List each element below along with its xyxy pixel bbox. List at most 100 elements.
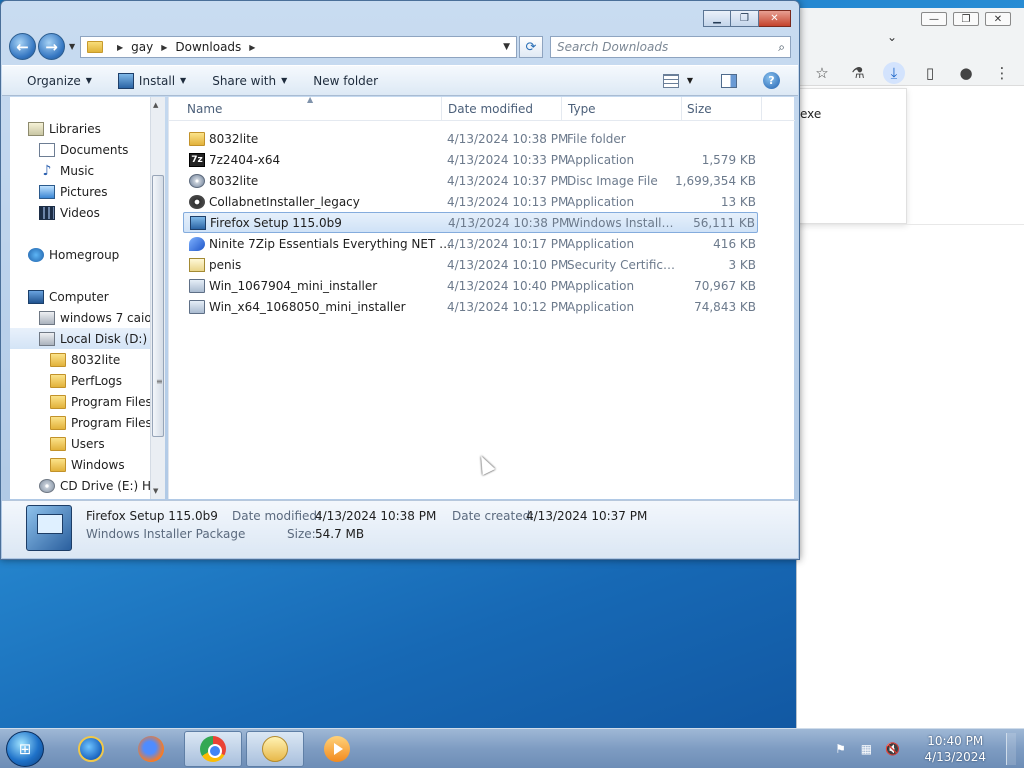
- sidebar-item-local-disk-d[interactable]: Local Disk (D:): [10, 328, 152, 349]
- profile-avatar-icon[interactable]: ●: [955, 62, 977, 84]
- menu-kebab-icon[interactable]: ⋮: [991, 62, 1013, 84]
- sidebar-item-program-files-x86[interactable]: Program Files (: [50, 412, 160, 433]
- taskbar-media-player[interactable]: [308, 731, 366, 767]
- scroll-up-icon[interactable]: ▲: [153, 101, 158, 109]
- address-dropdown-icon[interactable]: ▼: [503, 42, 510, 52]
- table-row[interactable]: 7z 7z2404-x64 4/13/2024 10:33 PM Applica…: [183, 149, 758, 170]
- table-row[interactable]: 8032lite 4/13/2024 10:37 PM Disc Image F…: [183, 170, 758, 191]
- refresh-button[interactable]: ⟳: [519, 36, 543, 58]
- network-icon[interactable]: ▦: [858, 742, 874, 756]
- sidebar-item-label: Local Disk (D:): [60, 331, 148, 346]
- clock[interactable]: 10:40 PM 4/13/2024: [924, 733, 986, 765]
- back-button[interactable]: ←: [9, 33, 36, 60]
- application-icon: [189, 299, 205, 314]
- taskbar-chrome[interactable]: [184, 731, 242, 767]
- install-button[interactable]: Install ▼: [117, 72, 186, 89]
- table-row[interactable]: Win_1067904_mini_installer 4/13/2024 10:…: [183, 275, 758, 296]
- show-desktop-button[interactable]: [1006, 733, 1016, 765]
- browser-close-button[interactable]: ✕: [985, 12, 1011, 26]
- navigation-scrollbar[interactable]: ▲ ≡ ▼: [150, 97, 165, 499]
- sidebar-item-perflogs[interactable]: PerfLogs: [50, 370, 122, 391]
- download-icon[interactable]: ⤓: [883, 62, 905, 84]
- internet-explorer-icon: [78, 736, 104, 762]
- sidebar-item-documents[interactable]: Documents: [39, 139, 128, 160]
- new-folder-button[interactable]: New folder: [313, 74, 378, 88]
- column-type[interactable]: Type: [568, 102, 596, 116]
- file-size: 13 KB: [720, 194, 756, 209]
- side-panel-icon[interactable]: ▯: [919, 62, 941, 84]
- address-bar[interactable]: ▶ gay ▶ Downloads ▶ ▼: [80, 36, 517, 58]
- column-divider[interactable]: [681, 97, 682, 121]
- share-with-button[interactable]: Share with ▼: [212, 74, 287, 88]
- recent-pages-dropdown-icon[interactable]: ▼: [69, 42, 75, 51]
- labs-flask-icon[interactable]: ⚗: [847, 62, 869, 84]
- sidebar-item-windows-7-drive[interactable]: windows 7 caioz: [39, 307, 158, 328]
- browser-maximize-button[interactable]: ❐: [953, 12, 979, 26]
- breadcrumb-item[interactable]: Downloads: [175, 40, 241, 54]
- help-icon[interactable]: ?: [763, 72, 780, 89]
- breadcrumb-chevron-icon[interactable]: ▶: [161, 43, 167, 52]
- folder-icon: [50, 415, 66, 430]
- breadcrumb-item[interactable]: gay: [131, 40, 153, 54]
- taskbar-firefox[interactable]: [122, 731, 180, 767]
- sidebar-item-homegroup[interactable]: Homegroup: [28, 244, 119, 265]
- taskbar-explorer[interactable]: [246, 731, 304, 767]
- table-row[interactable]: Ninite 7Zip Essentials Everything NET 48…: [183, 233, 758, 254]
- application-icon: [189, 278, 205, 293]
- table-row[interactable]: CollabnetInstaller_legacy 4/13/2024 10:1…: [183, 191, 758, 212]
- sidebar-item-pictures[interactable]: Pictures: [39, 181, 108, 202]
- sidebar-item-videos[interactable]: Videos: [39, 202, 100, 223]
- column-divider[interactable]: [561, 97, 562, 121]
- action-center-flag-icon[interactable]: ⚑: [832, 742, 848, 756]
- table-row[interactable]: penis 4/13/2024 10:10 PM Security Certif…: [183, 254, 758, 275]
- library-icon: [28, 121, 44, 136]
- sidebar-item-users[interactable]: Users: [50, 433, 105, 454]
- start-button[interactable]: ⊞: [6, 731, 44, 767]
- close-button[interactable]: ✕: [759, 10, 791, 27]
- sidebar-item-music[interactable]: ♪ Music: [39, 160, 95, 181]
- sidebar-item-8032lite[interactable]: 8032lite: [50, 349, 120, 370]
- sidebar-item-cd-drive[interactable]: CD Drive (E:) HBC: [39, 475, 165, 496]
- file-list[interactable]: ▲ Name Date modified Type Size 8032lite …: [168, 95, 795, 499]
- search-icon[interactable]: ⌕: [778, 40, 785, 55]
- system-tray: ⚑ ▦ 🔇 10:40 PM 4/13/2024: [832, 733, 1016, 765]
- file-name: Firefox Setup 115.0b9: [210, 215, 342, 230]
- column-name[interactable]: Name: [187, 102, 222, 116]
- view-options-chevron-icon[interactable]: ▼: [687, 76, 693, 85]
- minimize-button[interactable]: ▁: [703, 10, 731, 27]
- maximize-button[interactable]: ❐: [731, 10, 759, 27]
- forward-button[interactable]: →: [38, 33, 65, 60]
- preview-pane-icon[interactable]: [721, 73, 737, 88]
- sidebar-item-program-files[interactable]: Program Files: [50, 391, 152, 412]
- bookmark-star-icon[interactable]: ☆: [811, 62, 833, 84]
- sidebar-item-label: Documents: [60, 142, 129, 157]
- file-type: Application: [567, 194, 635, 209]
- column-divider[interactable]: [761, 97, 762, 121]
- search-input[interactable]: Search Downloads ⌕: [550, 36, 791, 58]
- window-controls: ▁ ❐ ✕: [703, 10, 791, 27]
- organize-button[interactable]: Organize ▼: [27, 74, 92, 88]
- table-row[interactable]: 8032lite 4/13/2024 10:38 PM File folder: [183, 128, 758, 149]
- column-date-modified[interactable]: Date modified: [448, 102, 533, 116]
- column-size[interactable]: Size: [687, 102, 712, 116]
- sidebar-item-computer[interactable]: Computer: [28, 286, 109, 307]
- clock-time: 10:40 PM: [927, 734, 984, 748]
- volume-muted-icon[interactable]: 🔇: [884, 742, 900, 756]
- column-divider[interactable]: [441, 97, 442, 121]
- navigation-pane[interactable]: Libraries Documents ♪ Music Pictures Vide…: [10, 97, 165, 499]
- msi-large-icon: [26, 505, 72, 551]
- breadcrumb-chevron-icon[interactable]: ▶: [249, 43, 255, 52]
- change-view-icon[interactable]: [662, 73, 679, 88]
- table-row[interactable]: Win_x64_1068050_mini_installer 4/13/2024…: [183, 296, 758, 317]
- background-browser-window[interactable]: — ❐ ✕ ⌄ ☆ ⚗ ⤓ ▯ ● ⋮ exe: [796, 8, 1024, 728]
- table-row-selected[interactable]: Firefox Setup 115.0b9 4/13/2024 10:38 PM…: [183, 212, 758, 233]
- explorer-window[interactable]: ▁ ❐ ✕ ← → ▼ ▶ gay ▶ Downloads ▶ ▼ ⟳ Sear…: [0, 0, 800, 560]
- scrollbar-thumb[interactable]: ≡: [152, 175, 164, 437]
- tab-search-chevron-icon[interactable]: ⌄: [887, 30, 897, 44]
- taskbar-internet-explorer[interactable]: [62, 731, 120, 767]
- browser-minimize-button[interactable]: —: [921, 12, 947, 26]
- sidebar-item-libraries[interactable]: Libraries: [28, 118, 101, 139]
- sidebar-item-windows[interactable]: Windows: [50, 454, 125, 475]
- scroll-down-icon[interactable]: ▼: [153, 487, 158, 495]
- breadcrumb-chevron-icon[interactable]: ▶: [117, 43, 123, 52]
